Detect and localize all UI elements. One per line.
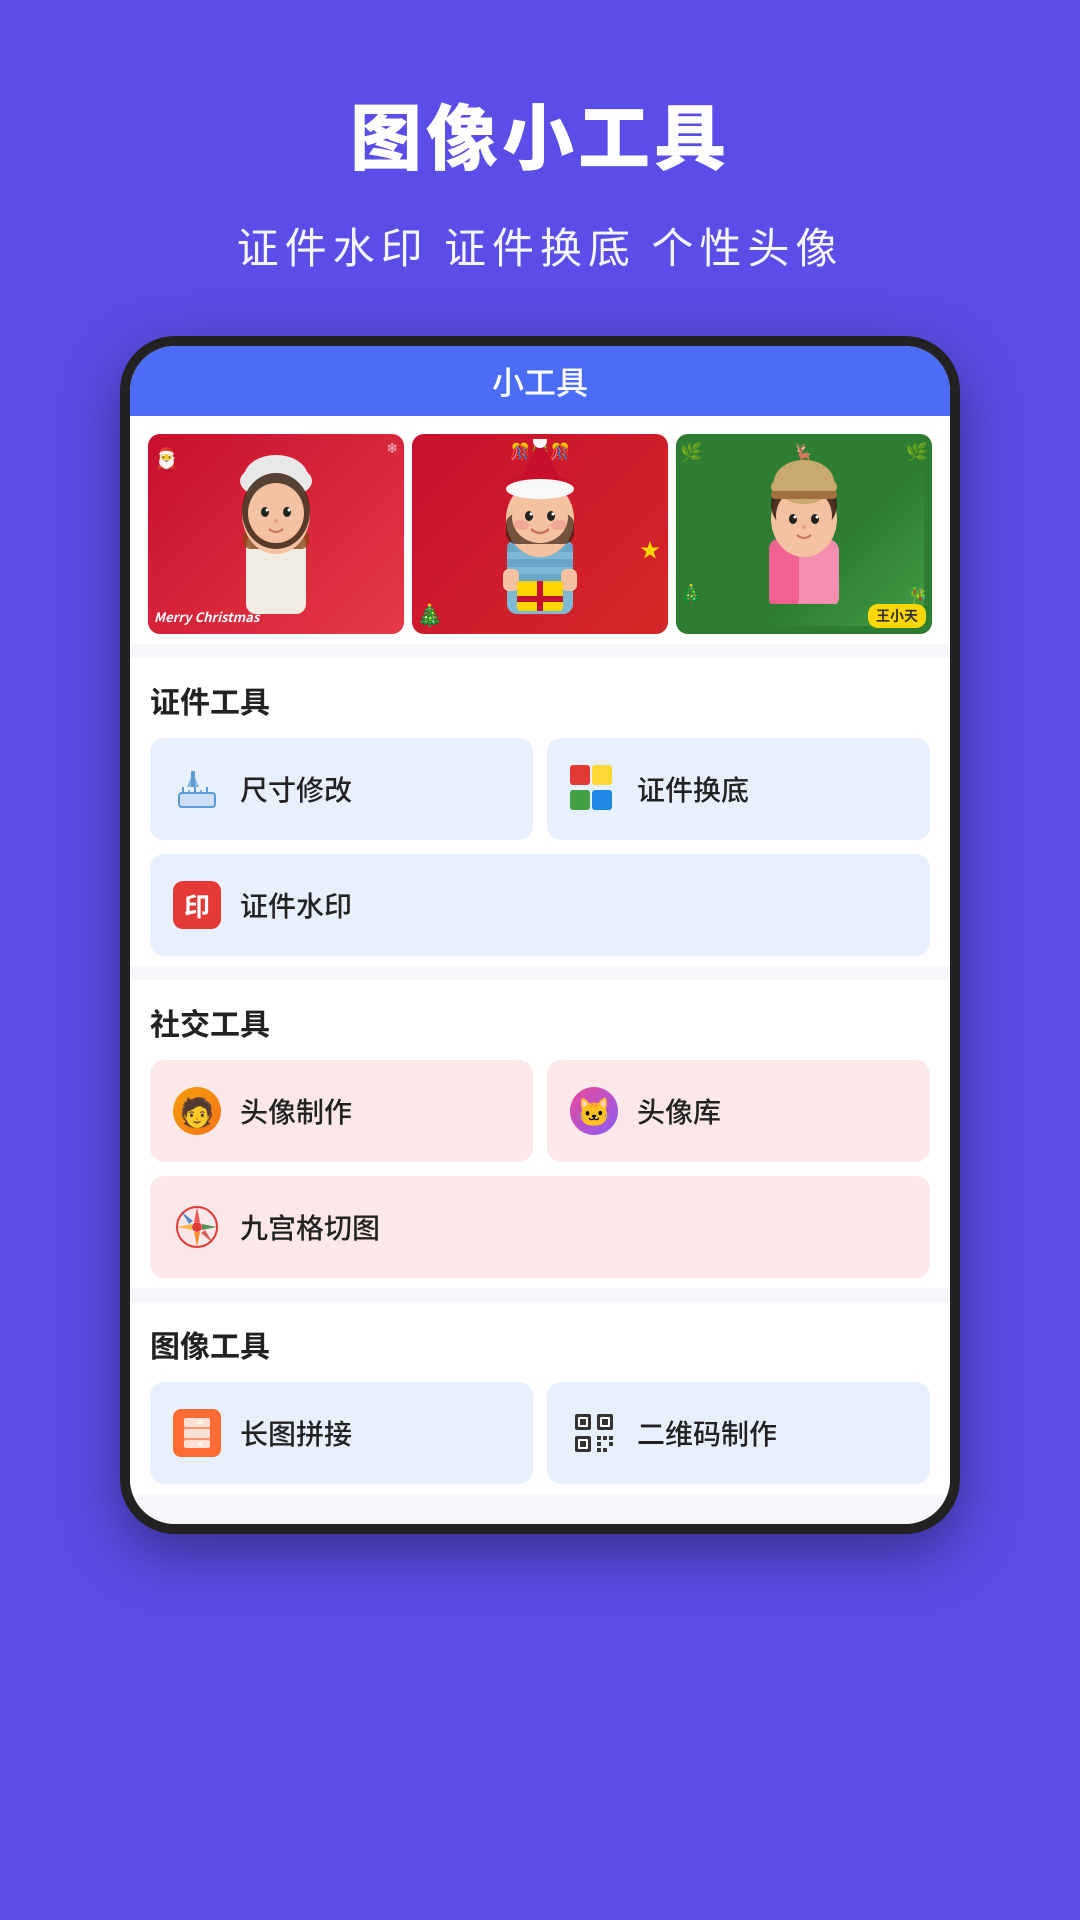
santa-icon: 🎅 — [154, 442, 179, 471]
size-edit-card[interactable]: 尺寸修改 — [150, 738, 533, 840]
bg-change-card[interactable]: 证件换底 — [547, 738, 930, 840]
tree-icon: 🎄 — [416, 598, 443, 630]
hero-subtitle: 证件水印 证件换底 个性头像 — [40, 215, 1040, 276]
app-title: 小工具 — [492, 358, 588, 404]
long-img-card[interactable]: 长图拼接 — [150, 1382, 533, 1484]
social-tools-title: 社交工具 — [150, 1000, 930, 1044]
qr-icon — [567, 1406, 621, 1460]
avatar-make-card[interactable]: 🧑 头像制作 — [150, 1060, 533, 1162]
hero-section: 图像小工具 证件水印 证件换底 个性头像 — [0, 0, 1080, 336]
girl-figure-3 — [749, 444, 859, 604]
avatar-make-label: 头像制作 — [240, 1091, 352, 1131]
avatar-icon: 🧑 — [170, 1084, 224, 1138]
watermark-label: 证件水印 — [240, 885, 352, 925]
leaf-deco-bl: 🎄 — [680, 580, 702, 606]
star-icon: ★ — [640, 534, 660, 563]
shutter-icon — [170, 1200, 224, 1254]
avatar-lib-label: 头像库 — [637, 1091, 721, 1131]
watermark-card[interactable]: 印 证件水印 — [150, 854, 930, 956]
size-edit-label: 尺寸修改 — [240, 769, 352, 809]
hero-title: 图像小工具 — [40, 80, 1040, 185]
name-badge: 王小天 — [868, 604, 926, 628]
certificate-tools-section: 证件工具 — [130, 658, 950, 966]
longimg-icon — [170, 1406, 224, 1460]
nine-grid-card[interactable]: 九宫格切图 — [150, 1176, 930, 1278]
certificate-tools-grid: 尺寸修改 证件换底 — [150, 738, 930, 956]
qr-code-card[interactable]: 二维码制作 — [547, 1382, 930, 1484]
long-img-label: 长图拼接 — [240, 1413, 352, 1453]
holly-deco: 🎋 — [908, 582, 928, 606]
image-tools-section: 图像工具 — [130, 1302, 950, 1494]
phone-content: 🎅 ❄ — [130, 416, 950, 1524]
girl-figure-1 — [221, 439, 331, 614]
certificate-tools-title: 证件工具 — [150, 678, 930, 722]
banner-card-2[interactable]: 🎊🎋🎊 🎄 ★ — [412, 434, 668, 634]
banner-card-1[interactable]: 🎅 ❄ — [148, 434, 404, 634]
social-tools-grid: 🧑 头像制作 🐱 头像库 — [150, 1060, 930, 1278]
qr-code-label: 二维码制作 — [637, 1413, 777, 1453]
avatar-lib-card[interactable]: 🐱 头像库 — [547, 1060, 930, 1162]
leaf-deco-tl: 🌿 — [680, 438, 702, 464]
merry-christmas-text: Merry Christmas — [154, 607, 259, 626]
snow-deco: ❄ — [386, 438, 398, 458]
image-tools-grid: 长图拼接 — [150, 1382, 930, 1484]
avatar2-icon: 🐱 — [567, 1084, 621, 1138]
phone-frame: 小工具 🎅 ❄ — [120, 336, 960, 1534]
phone-statusbar: 小工具 — [130, 346, 950, 416]
banner-section: 🎅 ❄ — [130, 416, 950, 644]
social-tools-section: 社交工具 🧑 头像制作 🐱 头像库 — [130, 980, 950, 1288]
bg-change-label: 证件换底 — [637, 769, 749, 809]
image-tools-title: 图像工具 — [150, 1322, 930, 1366]
girl-figure-2 — [485, 439, 595, 614]
nine-grid-label: 九宫格切图 — [240, 1207, 380, 1247]
leaf-deco-tr: 🌿 — [906, 438, 928, 464]
banner-card-3[interactable]: 🌿 🌿 🎄 🎋 🦌 — [676, 434, 932, 634]
stamp-icon: 印 — [170, 878, 224, 932]
ruler-icon — [170, 762, 224, 816]
palette-icon — [567, 762, 621, 816]
